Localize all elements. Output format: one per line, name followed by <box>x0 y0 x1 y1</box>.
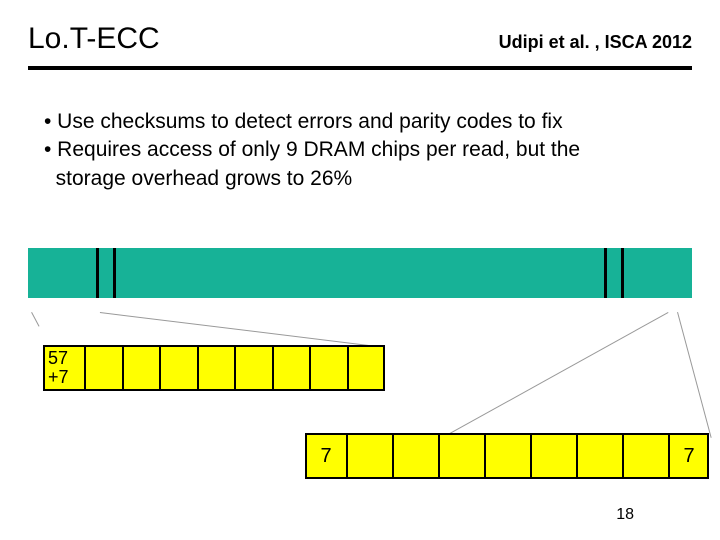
bullet-list: • Use checksums to detect errors and par… <box>44 108 680 193</box>
page-number: 18 <box>616 506 634 524</box>
citation: Udipi et al. , ISCA 2012 <box>499 32 692 53</box>
chip-row-2: 7 7 <box>306 434 708 478</box>
chip-label-57-7: 57 +7 <box>44 346 84 390</box>
guide-line <box>100 312 384 349</box>
divider <box>28 66 692 70</box>
slide-title: Lo.T-ECC <box>28 22 160 56</box>
guide-line <box>676 312 712 438</box>
chip-row-1: 57 +7 <box>44 346 384 390</box>
chip-label-7a: 7 <box>306 434 346 478</box>
dram-rank-bar <box>28 248 692 298</box>
bullet-2-cont: storage overhead grows to 26% <box>44 165 680 193</box>
bullet-1: • Use checksums to detect errors and par… <box>44 108 680 136</box>
chip-label-7b: 7 <box>668 434 708 478</box>
guide-line <box>30 312 39 327</box>
bullet-2: • Requires access of only 9 DRAM chips p… <box>44 136 680 164</box>
guide-line <box>441 312 669 440</box>
